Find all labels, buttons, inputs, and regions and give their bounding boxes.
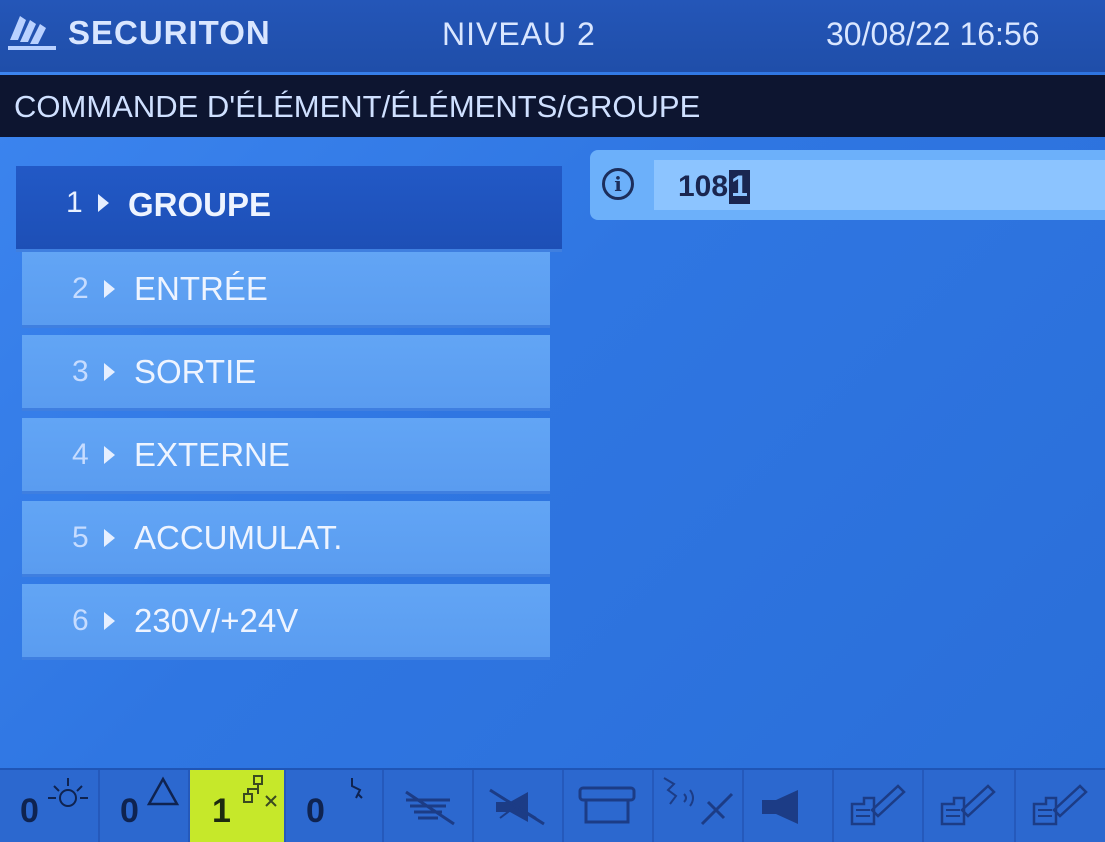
menu-item-230v-24v[interactable]: 6 230V/+24V xyxy=(22,584,550,660)
alarm-light-icon xyxy=(48,778,88,807)
status-warning-counter[interactable]: 0 xyxy=(100,770,190,842)
alarm-count: 0 xyxy=(20,792,39,830)
menu-item-number: 4 xyxy=(72,438,89,471)
menu-item-accumulat[interactable]: 5 ACCUMULAT. xyxy=(22,501,550,577)
horn-icon xyxy=(762,790,798,824)
fault-count: 1 xyxy=(212,792,231,830)
brand-name: SECURITON xyxy=(68,14,271,51)
text-cursor: 1 xyxy=(729,170,750,204)
triangle-right-icon xyxy=(98,194,109,212)
group-number-input[interactable]: 108 1 xyxy=(678,170,750,204)
status-manual-1[interactable] xyxy=(834,770,924,842)
hand-pencil-icon-3 xyxy=(1032,784,1088,826)
access-level: NIVEAU 2 xyxy=(442,16,596,52)
hand-pencil-icon-2 xyxy=(940,784,996,826)
warning-triangle-icon xyxy=(146,776,180,806)
status-manual-3[interactable] xyxy=(1016,770,1105,842)
group-number-value: 108 xyxy=(678,170,729,203)
breadcrumb-text: COMMANDE D'ÉLÉMENT/ÉLÉMENTS/GROUPE xyxy=(14,89,701,124)
triangle-right-icon xyxy=(104,612,115,630)
status-fault-counter[interactable]: 1 xyxy=(190,770,286,842)
status-disabled-detector[interactable] xyxy=(384,770,474,842)
status-bar: 0 0 1 0 xyxy=(0,768,1105,842)
securiton-logo-icon xyxy=(8,16,56,50)
status-antenna-counter[interactable]: 0 xyxy=(286,770,384,842)
triangle-right-icon xyxy=(104,280,115,298)
header-bar: SECURITON NIVEAU 2 30/08/22 16:56 xyxy=(0,0,1105,72)
status-manual-2[interactable] xyxy=(924,770,1016,842)
menu-item-label: ENTRÉE xyxy=(134,270,268,307)
panel-screen: SECURITON NIVEAU 2 30/08/22 16:56 COMMAN… xyxy=(0,0,1105,842)
menu-item-groupe[interactable]: 1 GROUPE xyxy=(16,166,562,252)
menu-item-number: 5 xyxy=(72,521,89,554)
breadcrumb: COMMANDE D'ÉLÉMENT/ÉLÉMENTS/GROUPE xyxy=(0,75,1105,137)
antenna-count: 0 xyxy=(306,792,325,830)
element-type-menu: 1 GROUPE 2 ENTRÉE 3 SORTIE 4 EXTERNE 5 A… xyxy=(16,160,562,680)
transmission-off-icon xyxy=(663,777,734,826)
menu-item-label: EXTERNE xyxy=(134,436,290,473)
menu-item-entree[interactable]: 2 ENTRÉE xyxy=(22,252,550,328)
warning-count: 0 xyxy=(120,792,139,830)
triangle-right-icon xyxy=(104,529,115,547)
date-time: 30/08/22 16:56 xyxy=(826,16,1040,52)
menu-item-number: 6 xyxy=(72,604,89,637)
network-fault-icon xyxy=(243,775,277,807)
muted-horn-icon xyxy=(489,788,545,826)
menu-item-label: ACCUMULAT. xyxy=(134,519,343,556)
status-alarm-counter[interactable]: 0 xyxy=(0,770,100,842)
status-muted-horn[interactable] xyxy=(474,770,564,842)
menu-item-label: 230V/+24V xyxy=(134,602,299,639)
triangle-right-icon xyxy=(104,363,115,381)
menu-item-number: 1 xyxy=(66,186,83,219)
printer-icon xyxy=(578,786,636,824)
status-transmission-off[interactable] xyxy=(654,770,744,842)
antenna-icon xyxy=(351,778,363,799)
menu-item-number: 3 xyxy=(72,355,89,388)
disabled-detector-icon xyxy=(405,790,455,826)
menu-item-label: SORTIE xyxy=(134,353,257,390)
status-printer[interactable] xyxy=(564,770,654,842)
menu-item-label: GROUPE xyxy=(128,186,272,223)
hand-pencil-icon-1 xyxy=(850,784,906,826)
menu-item-sortie[interactable]: 3 SORTIE xyxy=(22,335,550,411)
status-horn[interactable] xyxy=(744,770,834,842)
menu-item-externe[interactable]: 4 EXTERNE xyxy=(22,418,550,494)
menu-item-number: 2 xyxy=(72,272,89,305)
triangle-right-icon xyxy=(104,446,115,464)
group-number-field: i 108 1 xyxy=(590,150,1105,220)
info-icon: i xyxy=(602,168,634,200)
